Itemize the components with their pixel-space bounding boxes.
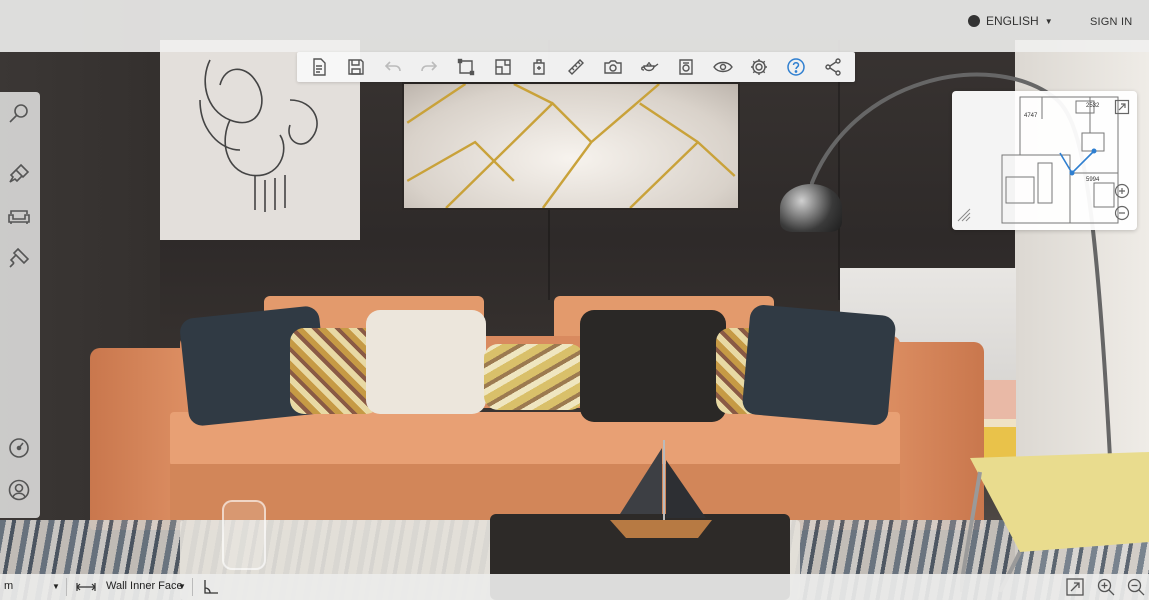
draw-room-icon[interactable] [454,55,478,79]
minimap-plan: 2532 4747 5994 [1001,96,1119,224]
render-icon[interactable] [674,55,698,79]
user-icon[interactable] [5,476,33,504]
furniture-icon[interactable] [5,202,33,230]
resize-grip-icon[interactable] [956,207,972,223]
chevron-down-icon: ▼ [1044,16,1053,26]
pillow-cream [366,310,486,414]
new-file-icon[interactable] [307,55,331,79]
teapot-icon[interactable] [637,55,661,79]
fit-view-icon[interactable] [1065,577,1085,597]
paint-roller-icon[interactable] [5,244,33,272]
measure-mode-select[interactable]: Wall Inner Face [106,580,183,592]
chevron-down-icon[interactable]: ▼ [52,582,60,591]
zoom-out-icon[interactable] [1114,205,1130,221]
language-label: ENGLISH [986,14,1039,28]
pillow-patterned [484,344,584,410]
search-icon[interactable] [5,100,33,128]
sign-in-link[interactable]: SIGN IN [1090,16,1132,28]
top-bar: ENGLISH ▼ SIGN IN [0,0,1149,52]
zoom-in-icon[interactable] [1114,183,1130,199]
pillow-navy [741,303,897,427]
floor-plan-icon[interactable] [491,55,515,79]
divider [66,578,67,596]
side-table [960,452,1149,592]
view-icon[interactable] [711,55,735,79]
pillow-black [580,310,726,422]
brush-icon[interactable] [5,160,33,188]
sailboat-decor [610,440,712,538]
zoom-out-icon[interactable] [1126,577,1146,597]
left-tool-bar [0,92,40,518]
expand-minimap-icon[interactable] [1114,99,1130,115]
camera-icon[interactable] [601,55,625,79]
settings-icon[interactable] [747,55,771,79]
room-render-viewport[interactable] [0,0,1149,600]
chevron-down-icon[interactable]: ▼ [178,582,186,591]
minimap-dimension: 5994 [1086,177,1100,183]
help-icon[interactable] [784,55,808,79]
undo-icon[interactable] [381,55,405,79]
gold-line-painting [402,82,740,210]
dimension-line-icon [76,583,96,591]
minimap-dimension: 4747 [1024,113,1038,119]
unit-select[interactable]: m [4,580,13,592]
main-toolbar [297,52,855,82]
sofa-seat [170,412,900,466]
share-icon[interactable] [821,55,845,79]
globe-icon [968,15,980,27]
divider [192,578,193,596]
minimap-dimension: 2532 [1086,103,1100,109]
ruler-icon[interactable] [564,55,588,79]
auto-layout-icon[interactable] [527,55,551,79]
zoom-in-icon[interactable] [1096,577,1116,597]
bottom-status-bar: m ▼ Wall Inner Face ▼ [0,574,1149,600]
redo-icon[interactable] [417,55,441,79]
angle-snap-icon[interactable] [202,578,220,596]
compass-icon[interactable] [5,434,33,462]
floor-plan-minimap[interactable]: 2532 4747 5994 [952,91,1137,230]
glass-vase [222,500,266,570]
save-icon[interactable] [344,55,368,79]
language-selector[interactable]: ENGLISH ▼ [968,14,1053,28]
lamp-shade [780,184,842,232]
